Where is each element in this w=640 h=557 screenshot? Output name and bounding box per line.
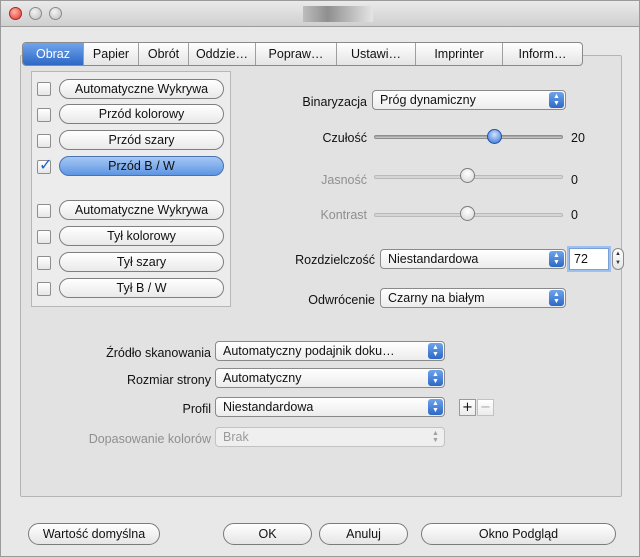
profile-value: Niestandardowa	[223, 400, 314, 414]
title-bar	[1, 1, 639, 27]
popup-arrows-icon: ▲ ▼	[549, 251, 564, 267]
tab-papier[interactable]: Papier	[84, 43, 139, 65]
cancel-button[interactable]: Anuluj	[319, 523, 408, 545]
page-size-popup[interactable]: Automatyczny ▲ ▼	[215, 368, 445, 388]
sensitivity-slider-knob[interactable]	[487, 129, 502, 144]
dpi-input[interactable]: 72	[569, 248, 609, 270]
color-matching-value: Brak	[223, 430, 249, 444]
color-matching-label: Dopasowanie kolorów	[88, 432, 211, 446]
resolution-value: Niestandardowa	[388, 252, 479, 266]
contrast-value: 0	[571, 208, 578, 222]
restore-defaults-button[interactable]: Wartość domyślna	[28, 523, 160, 545]
tab-obraz[interactable]: Obraz	[23, 43, 84, 65]
resolution-popup[interactable]: Niestandardowa ▲ ▼	[380, 249, 566, 269]
scan-source-value: Automatyczny podajnik doku…	[223, 344, 395, 358]
brightness-slider-knob[interactable]	[460, 168, 475, 183]
add-profile-button[interactable]: +	[459, 399, 476, 416]
scan-type-button[interactable]: Tył B / W	[59, 278, 224, 298]
zoom-window-button[interactable]	[49, 7, 62, 20]
tab-obrot[interactable]: Obrót	[139, 43, 189, 65]
sensitivity-label: Czułość	[322, 131, 367, 145]
scan-type-checkbox[interactable]	[37, 204, 51, 218]
remove-profile-button[interactable]: −	[477, 399, 494, 416]
popup-arrows-icon: ▲ ▼	[549, 290, 564, 306]
scan-type-button[interactable]: Automatyczne Wykrywa	[59, 79, 224, 99]
scan-type-checkbox[interactable]	[37, 155, 52, 174]
contrast-label: Kontrast	[320, 208, 367, 222]
scan-source-popup[interactable]: Automatyczny podajnik doku… ▲ ▼	[215, 341, 445, 361]
scan-type-checkbox[interactable]	[37, 82, 51, 96]
tab-ustawienia[interactable]: Ustawi…	[337, 43, 416, 65]
profile-popup[interactable]: Niestandardowa ▲ ▼	[215, 397, 445, 417]
sensitivity-value: 20	[571, 131, 585, 145]
scanner-settings-window: Obraz Papier Obrót Oddzie… Popraw… Ustaw…	[0, 0, 640, 557]
sensitivity-slider[interactable]	[374, 135, 563, 139]
brightness-label: Jasność	[321, 173, 367, 187]
scan-type-button[interactable]: Tył szary	[59, 252, 224, 272]
scan-type-button[interactable]: Przód B / W	[59, 156, 224, 176]
inversion-popup[interactable]: Czarny na białym ▲ ▼	[380, 288, 566, 308]
brightness-value: 0	[571, 173, 578, 187]
popup-arrows-icon: ▲ ▼	[428, 343, 443, 359]
tab-imprinter[interactable]: Imprinter	[416, 43, 503, 65]
tab-bar: Obraz Papier Obrót Oddzie… Popraw… Ustaw…	[22, 42, 583, 66]
window-title-image	[303, 6, 373, 22]
scan-type-button[interactable]: Przód kolorowy	[59, 104, 224, 124]
scan-type-checkbox[interactable]	[37, 256, 51, 270]
tab-informacje[interactable]: Inform…	[503, 43, 582, 65]
binarization-label: Binaryzacja	[302, 95, 367, 109]
scan-type-button[interactable]: Automatyczne Wykrywa	[59, 200, 224, 220]
binarization-popup[interactable]: Próg dynamiczny ▲ ▼	[372, 90, 566, 110]
scan-type-button[interactable]: Tył kolorowy	[59, 226, 224, 246]
tab-poprawa[interactable]: Popraw…	[256, 43, 337, 65]
contrast-slider-knob[interactable]	[460, 206, 475, 221]
popup-arrows-icon: ▲ ▼	[432, 430, 439, 444]
binarization-value: Próg dynamiczny	[380, 93, 476, 107]
page-size-value: Automatyczny	[223, 371, 302, 385]
resolution-label: Rozdzielczość	[295, 253, 375, 267]
preview-window-button[interactable]: Okno Podgląd	[421, 523, 616, 545]
profile-label: Profil	[182, 402, 211, 416]
popup-arrows-icon: ▲ ▼	[549, 92, 564, 108]
scan-type-checkbox[interactable]	[37, 134, 51, 148]
inversion-value: Czarny na białym	[388, 291, 485, 305]
dpi-stepper[interactable]: ▲ ▼	[612, 248, 624, 270]
minimize-window-button[interactable]	[29, 7, 42, 20]
popup-arrows-icon: ▲ ▼	[428, 370, 443, 386]
popup-arrows-icon: ▲ ▼	[428, 399, 443, 415]
scan-type-checkbox[interactable]	[37, 108, 51, 122]
color-matching-popup[interactable]: Brak ▲ ▼	[215, 427, 445, 447]
page-size-label: Rozmiar strony	[126, 373, 211, 387]
tab-oddzielanie[interactable]: Oddzie…	[189, 43, 256, 65]
scan-type-checkbox[interactable]	[37, 230, 51, 244]
scan-type-checkbox[interactable]	[37, 282, 51, 296]
close-window-button[interactable]	[9, 7, 22, 20]
inversion-label: Odwrócenie	[308, 293, 375, 307]
ok-button[interactable]: OK	[223, 523, 312, 545]
scan-source-label: Źródło skanowania	[106, 346, 211, 360]
scan-type-button[interactable]: Przód szary	[59, 130, 224, 150]
